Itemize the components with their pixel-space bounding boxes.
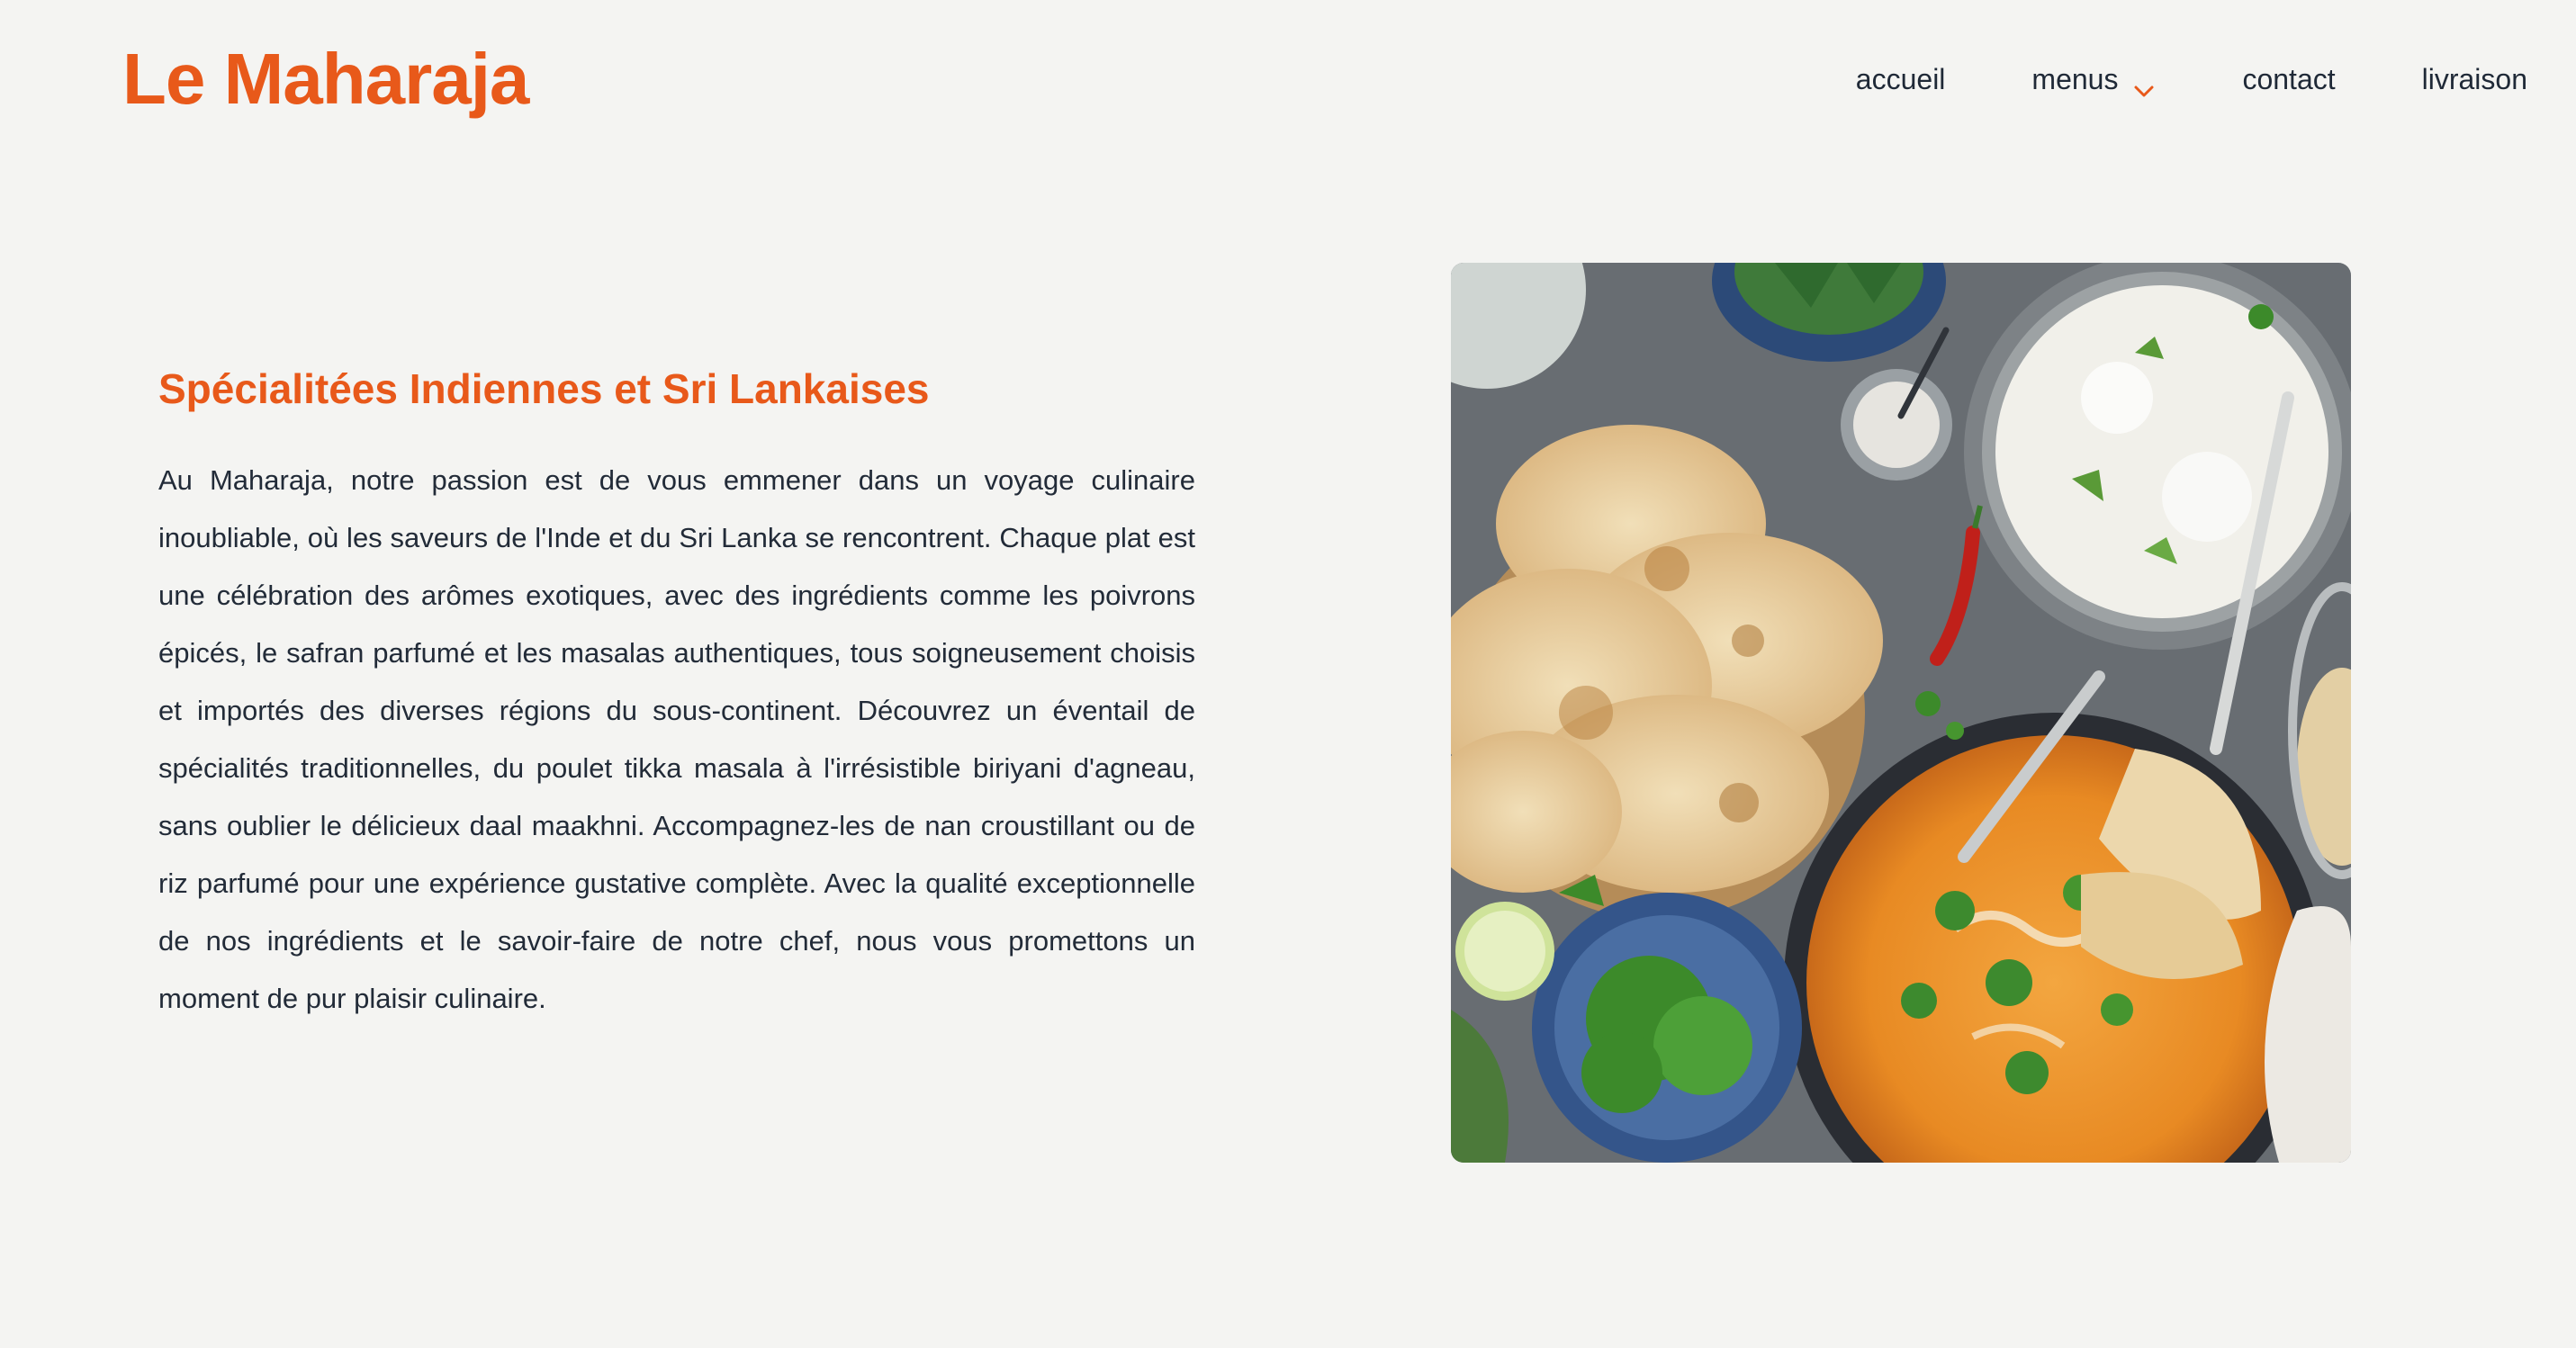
nav-item-label: menus <box>2031 63 2119 95</box>
site-header: Le Maharaja accueil menus contact livrai… <box>0 0 2576 162</box>
hero-description: Au Maharaja, notre passion est de vous e… <box>158 464 1195 1014</box>
nav-item-label: livraison <box>2421 63 2527 95</box>
nav-item-livraison[interactable]: livraison <box>2422 54 2527 104</box>
nav-item-label: accueil <box>1855 63 1946 95</box>
site-logo[interactable]: Le Maharaja <box>122 34 529 124</box>
nav-item-label: contact <box>2242 63 2336 95</box>
nav-item-contact[interactable]: contact <box>2242 54 2335 104</box>
chevron-down-icon <box>2132 67 2156 97</box>
main-nav: accueil menus contact livraison <box>1856 54 2527 104</box>
hero-title: Spécialitées Indiennes et Sri Lankaises <box>158 365 930 412</box>
nav-item-menus[interactable]: menus <box>2031 54 2156 104</box>
nav-item-accueil[interactable]: accueil <box>1856 54 1946 104</box>
food-photo <box>1451 263 2351 1163</box>
hero-section: Spécialitées Indiennes et Sri Lankaises … <box>158 362 1195 1028</box>
